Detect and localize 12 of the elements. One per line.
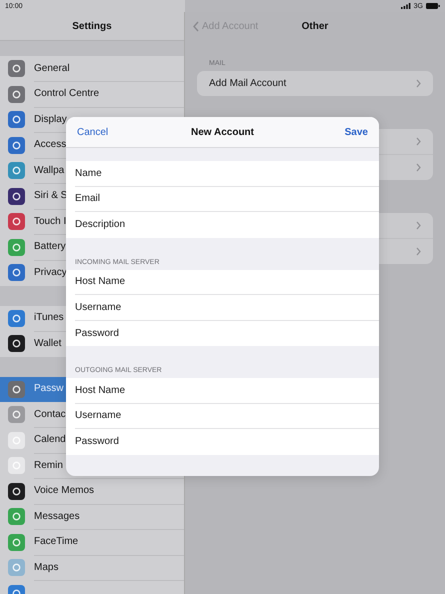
field-label: Host Name (75, 384, 126, 396)
field-label: Name (75, 168, 102, 179)
field-label: Description (75, 219, 126, 230)
page-title: Other (302, 20, 328, 32)
sidebar-title: Settings (72, 20, 112, 32)
field-label: Password (75, 436, 119, 448)
field-label: Username (75, 302, 122, 313)
field-label: Host Name (75, 276, 126, 288)
sheet-title: New Account (191, 126, 254, 138)
field-label: Username (75, 410, 122, 422)
field-label: Password (75, 328, 119, 339)
field-label: Email (75, 193, 100, 204)
